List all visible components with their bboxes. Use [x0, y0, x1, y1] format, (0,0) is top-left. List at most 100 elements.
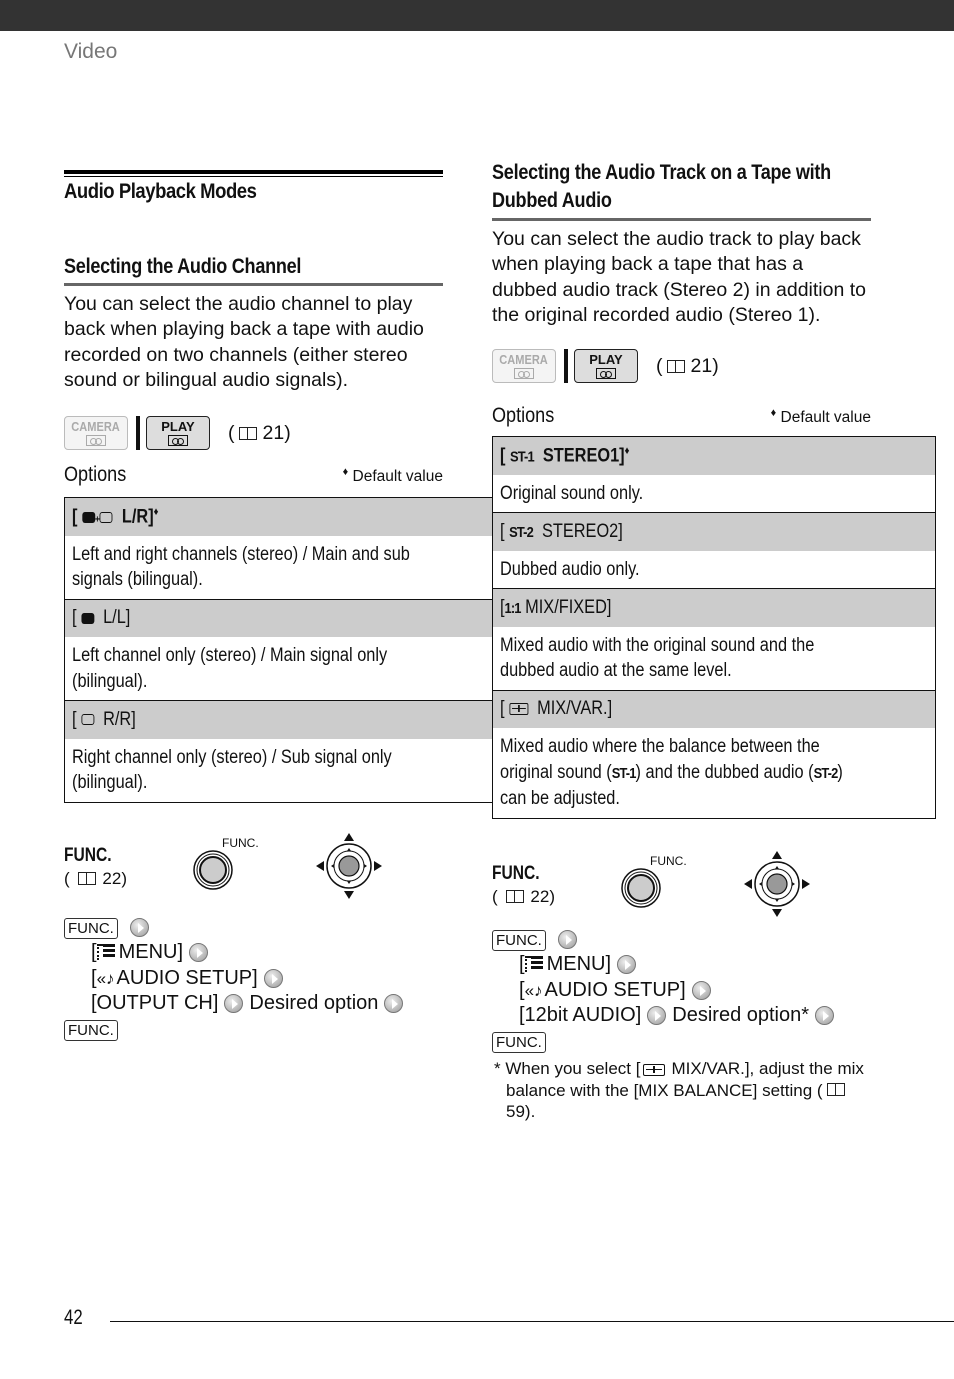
- footnote: * When you select [MIX/VAR.], adjust the…: [492, 1058, 872, 1123]
- audio-setup-icon: «♪: [524, 980, 543, 1000]
- func-block: FUNC. ( 22) FUNC.: [492, 849, 936, 929]
- options-title: Options: [64, 463, 127, 487]
- step-menu: [MENU]: [492, 952, 936, 978]
- next-arrow-icon: [263, 968, 283, 988]
- options-title: Options: [492, 404, 555, 428]
- ref-page: 22: [530, 886, 550, 906]
- step-audio-label: AUDIO SETUP]: [544, 978, 686, 1001]
- option-desc-row: Mixed audio with the original sound and …: [492, 626, 936, 691]
- func-button-label: FUNC.: [650, 853, 687, 868]
- step-setting-label: [12bit AUDIO]: [519, 1004, 642, 1027]
- step-menu-label: MENU]: [546, 953, 612, 976]
- func-block: FUNC. ( 22) FUNC.: [64, 831, 508, 911]
- next-arrow-icon: [617, 955, 637, 975]
- option-desc: Dubbed audio only.: [500, 558, 640, 580]
- subtitle: Selecting the Audio Channel: [64, 255, 302, 278]
- top-bar: [0, 0, 954, 31]
- mode-indicators: CAMERA PLAY (21): [64, 415, 508, 451]
- option-desc-row: Dubbed audio only.: [492, 550, 936, 589]
- intro-text: You can select the audio track to play b…: [492, 228, 866, 326]
- option-label: STEREO1]: [542, 445, 625, 467]
- step-desired-label: Desired option*: [672, 1004, 810, 1027]
- page-reference: (21): [228, 421, 291, 444]
- step-func: FUNC.: [492, 927, 936, 953]
- intro-text: You can select the audio channel to play…: [64, 293, 424, 391]
- option-desc: Original sound only.: [500, 482, 644, 504]
- option-header-row: [1:1 MIX/FIXED]: [492, 588, 936, 627]
- next-arrow-icon: [129, 917, 149, 937]
- option-label: R/R]: [103, 708, 136, 730]
- func-key: FUNC.: [64, 1019, 118, 1041]
- st1-badge: ST-1: [509, 448, 535, 466]
- default-note: ♦ Default value: [343, 466, 443, 486]
- option-label: L/R]: [121, 506, 154, 528]
- option-desc-row: Left and right channels (stereo) / Main …: [64, 535, 508, 600]
- book-icon: [666, 359, 685, 373]
- default-note-text: Default value: [780, 409, 871, 427]
- ref-page: 22: [102, 868, 122, 888]
- option-header-row: [ MIX/VAR.]: [492, 689, 936, 729]
- func-page-reference: ( 22): [492, 886, 555, 906]
- step-setting: [12bit AUDIO] Desired option*: [492, 1003, 936, 1029]
- option-desc: Left channel only (stereo) / Main signal…: [72, 645, 388, 692]
- diamond-icon: ♦: [624, 444, 630, 457]
- mix-var-icon: [509, 703, 529, 716]
- joystick-icon: [744, 850, 810, 917]
- mix-fixed-badge: 1:1: [504, 599, 522, 617]
- page-title: Audio Playback Modes: [64, 180, 257, 203]
- option-desc: Mixed audio where the balance between th…: [500, 734, 868, 812]
- bubble-open-icon: [99, 511, 113, 523]
- step-func-end: FUNC.: [64, 1017, 508, 1043]
- option-header-row: [ ST-1 STEREO1]♦: [492, 436, 936, 475]
- options-header: Options ♦ Default value: [492, 404, 871, 428]
- mode-separator: [136, 416, 140, 451]
- play-label: PLAY: [161, 419, 195, 435]
- step-menu: [MENU]: [64, 940, 508, 966]
- footnote-part: * When you select [: [494, 1059, 641, 1079]
- option-header-row: [ + L/R]♦: [64, 497, 508, 536]
- page-reference: (21): [656, 354, 719, 377]
- audio-setup-icon: «♪: [96, 968, 115, 988]
- options-table: [ ST-1 STEREO1]♦ Original sound only. [ …: [492, 436, 936, 819]
- step-desired-label: Desired option: [249, 992, 379, 1015]
- section-label: Video: [64, 40, 118, 63]
- book-icon: [826, 1082, 845, 1096]
- options-table: [ + L/R]♦ Left and right channels (stere…: [64, 497, 508, 803]
- option-desc: Left and right channels (stereo) / Main …: [72, 543, 410, 591]
- steps: FUNC. [MENU] [«♪ AUDIO SETUP] [OUTPUT CH]…: [64, 915, 508, 1043]
- func-page-reference: ( 22): [64, 868, 127, 888]
- subtitle-rule: [492, 218, 871, 221]
- step-menu-label: MENU]: [118, 941, 184, 964]
- next-arrow-icon: [691, 980, 711, 1000]
- subtitle-line-1: Selecting the Audio Track on a Tape with: [492, 161, 831, 184]
- step-func-end: FUNC.: [492, 1029, 936, 1055]
- diamond-icon: ♦: [153, 505, 159, 518]
- book-icon: [78, 872, 97, 886]
- default-note: ♦ Default value: [771, 407, 871, 427]
- option-label: STEREO2]: [541, 520, 623, 542]
- st1-badge: ST-1: [611, 764, 637, 782]
- menu-icon: [524, 954, 543, 973]
- diamond-icon: ♦: [342, 466, 349, 479]
- play-mode-badge: PLAY: [574, 349, 638, 384]
- step-setting-label: [OUTPUT CH]: [91, 992, 219, 1015]
- camera-mode-badge: CAMERA: [64, 416, 128, 451]
- option-label: MIX/FIXED]: [525, 596, 612, 618]
- tape-icon: [596, 368, 616, 380]
- bubble-filled-icon: [81, 511, 95, 523]
- func-label: FUNC.: [492, 862, 540, 884]
- func-button-icon: [193, 849, 233, 890]
- book-icon: [238, 426, 257, 440]
- st2-badge: ST-2: [509, 523, 534, 541]
- camera-label: CAMERA: [499, 352, 549, 368]
- func-label: FUNC.: [64, 844, 112, 866]
- diamond-icon: ♦: [770, 407, 777, 420]
- camera-mode-badge: CAMERA: [492, 349, 556, 384]
- ref-page: 21: [690, 354, 713, 377]
- option-header-row: [ L/L]: [64, 598, 508, 638]
- subtitle-line-2: Dubbed Audio: [492, 189, 612, 212]
- bubble-open-icon: [81, 714, 94, 726]
- next-arrow-icon: [384, 994, 404, 1014]
- option-desc: Right channel only (stereo) / Sub signal…: [72, 746, 392, 794]
- func-key: FUNC.: [492, 1031, 546, 1053]
